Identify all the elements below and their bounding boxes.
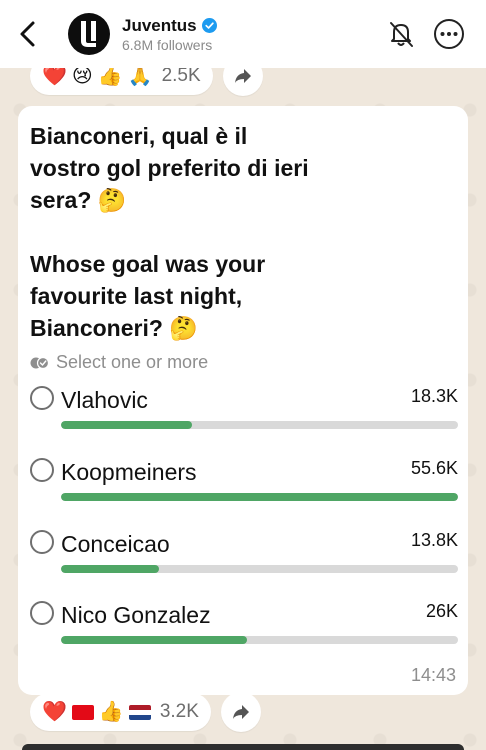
channel-header: Juventus 6.8M followers: [0, 0, 486, 68]
poll-message: Bianconeri, qual è il vostro gol preferi…: [18, 106, 468, 695]
forward-arrow-icon: [232, 705, 249, 719]
channel-info[interactable]: Juventus 6.8M followers: [122, 16, 217, 53]
forward-button[interactable]: [220, 692, 261, 732]
followers-count: 6.8M followers: [122, 36, 213, 53]
poll-option[interactable]: Vlahovic 18.3K: [30, 386, 458, 436]
channel-name: Juventus: [122, 15, 197, 35]
channel-avatar[interactable]: [68, 13, 110, 55]
crying-face-icon: 😢: [71, 65, 93, 87]
message-timestamp: 14:43: [410, 665, 456, 685]
next-message-preview: [22, 744, 464, 750]
vote-bar-fill: [61, 565, 160, 573]
vote-count: 26K: [425, 601, 458, 621]
radio-button[interactable]: [30, 530, 54, 554]
vote-bar-fill: [61, 421, 192, 429]
vote-count: 13.8K: [410, 530, 458, 550]
option-label: Koopmeiners: [61, 459, 197, 485]
vote-bar-track: [61, 636, 458, 644]
vote-bar-track: [61, 421, 458, 429]
heart-icon: ❤️: [42, 701, 67, 723]
option-label: Conceicao: [61, 531, 170, 557]
option-label: Nico Gonzalez: [61, 602, 211, 628]
vote-bar-track: [61, 493, 458, 501]
select-hint-label: Select one or more: [56, 352, 209, 372]
select-hint: Select one or more: [30, 352, 456, 373]
reactions-pill[interactable]: ❤️ 👍 3.2K: [30, 693, 211, 731]
option-label: Vlahovic: [61, 387, 148, 413]
more-options-button[interactable]: [432, 17, 466, 51]
bell-off-icon: [390, 22, 413, 47]
heart-icon: ❤️: [42, 65, 67, 87]
vote-bar-track: [61, 565, 458, 573]
reaction-count: 3.2K: [159, 701, 199, 722]
praying-hands-icon: 🙏: [127, 65, 153, 87]
poll-reactions: ❤️ 👍 3.2K: [30, 692, 261, 732]
radio-button[interactable]: [30, 386, 54, 410]
chevron-left-icon: [20, 21, 35, 47]
mute-button[interactable]: [384, 17, 418, 51]
verified-badge-icon: [201, 18, 217, 33]
vote-count: 18.3K: [410, 386, 458, 406]
reaction-count: 2.5K: [161, 65, 201, 86]
forward-arrow-icon: [234, 69, 251, 83]
juventus-logo-icon: [81, 21, 96, 47]
vote-bar-fill: [61, 636, 247, 644]
back-button[interactable]: [6, 12, 50, 56]
netherlands-flag-icon: [128, 704, 151, 720]
thumbs-up-icon: 👍: [98, 701, 124, 723]
double-check-icon: [30, 356, 50, 369]
vote-count: 55.6K: [410, 458, 458, 478]
poll-option[interactable]: Nico Gonzalez 26K: [30, 601, 458, 651]
poll-question: Bianconeri, qual è il vostro gol preferi…: [30, 123, 309, 341]
turkey-flag-icon: [71, 704, 94, 720]
vote-bar-fill: [61, 493, 458, 501]
radio-button[interactable]: [30, 458, 54, 482]
radio-button[interactable]: [30, 601, 54, 625]
poll-option[interactable]: Conceicao 13.8K: [30, 530, 458, 580]
thumbs-up-icon: 👍: [97, 65, 123, 87]
poll-option[interactable]: Koopmeiners 55.6K: [30, 458, 458, 508]
ellipsis-circle-icon: [434, 19, 464, 49]
